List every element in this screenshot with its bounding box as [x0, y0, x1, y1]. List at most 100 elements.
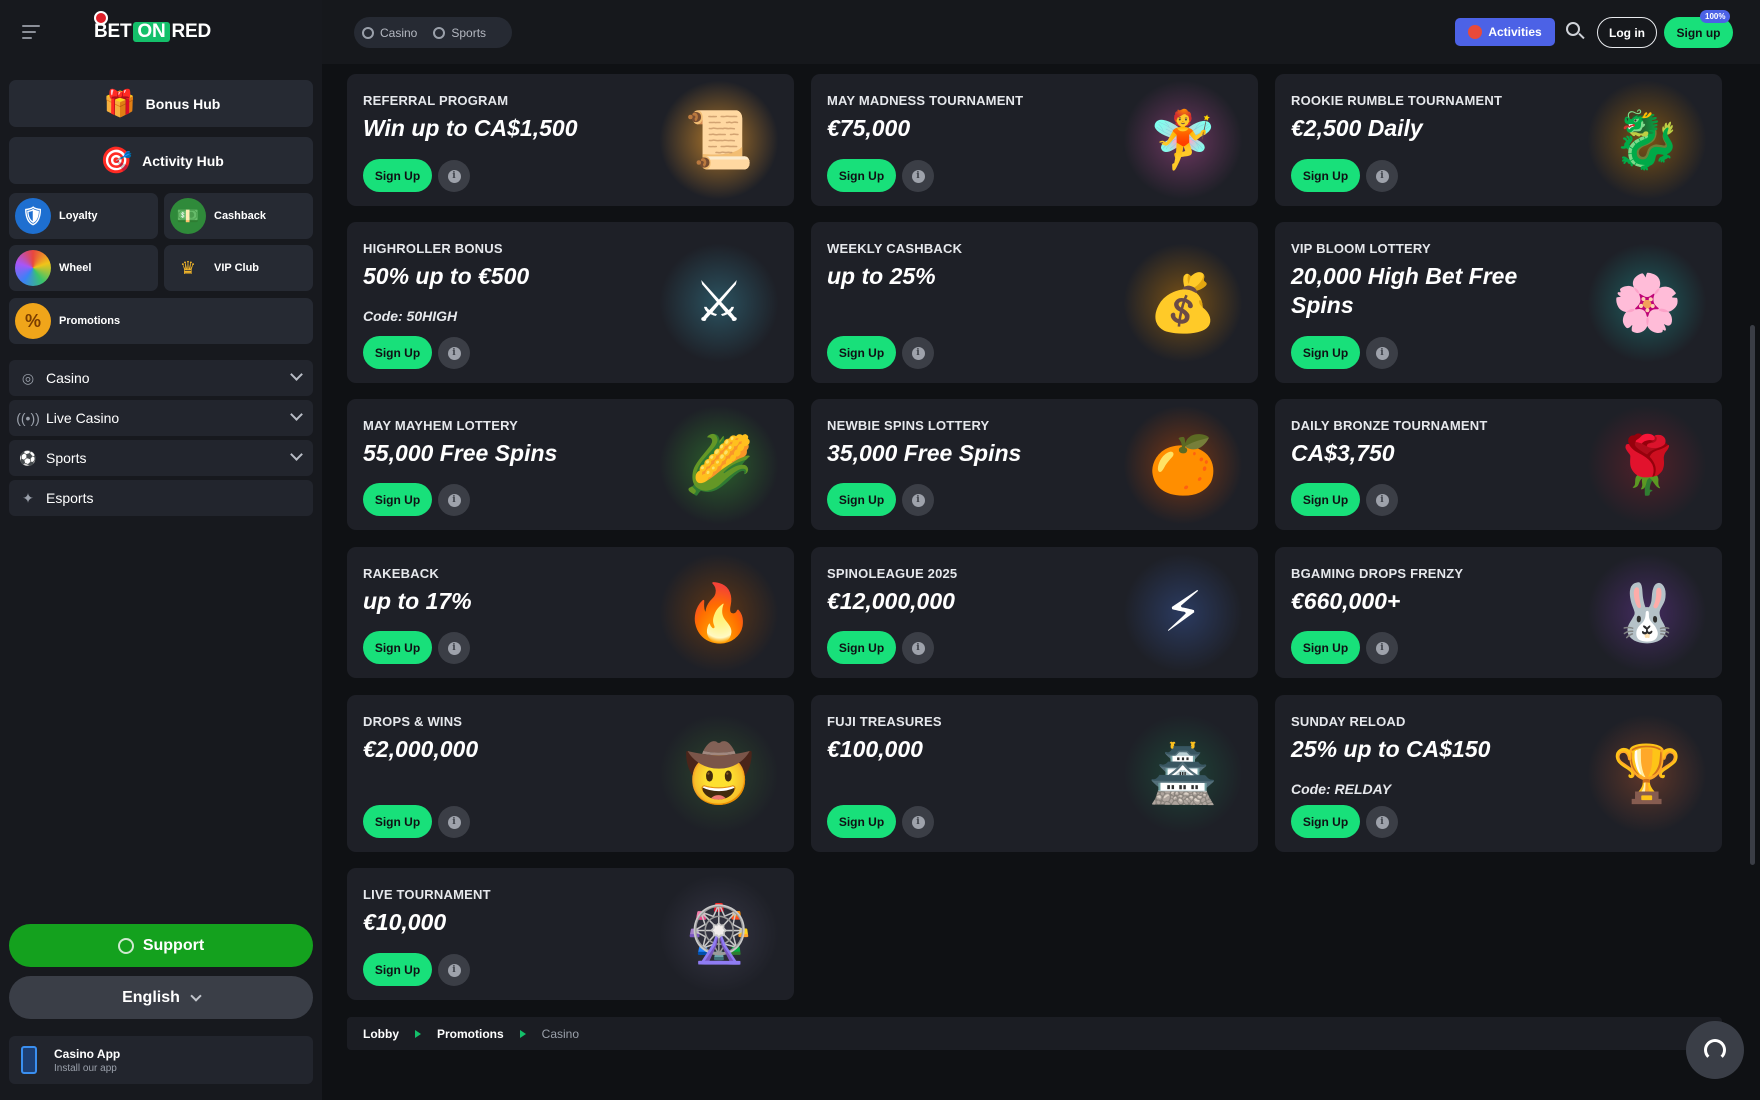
sign-up-button[interactable]: Sign Up: [827, 159, 896, 192]
sign-up-button[interactable]: Sign Up: [363, 336, 432, 369]
promo-title: MAY MAYHEM LOTTERY: [363, 418, 519, 433]
geisha-icon: 🏯: [1108, 695, 1258, 852]
bonus-badge: 100%: [1700, 10, 1731, 23]
info-button[interactable]: i: [438, 484, 470, 516]
tab-casino[interactable]: Casino: [362, 26, 417, 40]
sign-up-button[interactable]: Sign Up: [827, 805, 896, 838]
fruits-icon: 🍊: [1108, 399, 1258, 530]
casino-chip-icon: [362, 26, 374, 39]
sidebar-item-esports[interactable]: ✦ Esports: [9, 480, 313, 516]
info-icon: i: [1375, 493, 1389, 507]
promo-card[interactable]: 🌸 VIP BLOOM LOTTERY 20,000 High Bet Free…: [1275, 222, 1722, 383]
info-button[interactable]: i: [1366, 806, 1398, 838]
sign-up-button[interactable]: Sign Up: [363, 953, 432, 986]
promo-card[interactable]: 📜 REFERRAL PROGRAM Win up to CA$1,500 Si…: [347, 74, 794, 206]
logo[interactable]: BET ON RED: [94, 11, 211, 43]
loyalty-button[interactable]: 🛡 Loyalty: [9, 193, 158, 239]
breadcrumb-lobby[interactable]: Lobby: [363, 1027, 399, 1041]
promo-card[interactable]: ⚔ HIGHROLLER BONUS 50% up to €500 Code: …: [347, 222, 794, 383]
info-button[interactable]: i: [902, 632, 934, 664]
live-chat-button[interactable]: [1686, 1021, 1744, 1079]
info-icon: i: [911, 169, 925, 183]
sign-up-button[interactable]: Sign Up: [363, 631, 432, 664]
promo-amount: 35,000 Free Spins: [827, 440, 1022, 466]
info-button[interactable]: i: [438, 954, 470, 986]
sign-up-button[interactable]: Sign Up: [827, 631, 896, 664]
sign-up-button[interactable]: Sign Up: [363, 159, 432, 192]
sign-up-button[interactable]: Sign Up: [1291, 159, 1360, 192]
info-button[interactable]: i: [438, 160, 470, 192]
promo-card[interactable]: 💰 WEEKLY CASHBACK up to 25% Sign Up i: [811, 222, 1258, 383]
vip-club-button[interactable]: ♛ VIP Club: [164, 245, 313, 291]
info-button[interactable]: i: [902, 160, 934, 192]
breadcrumb-separator-icon: [519, 1029, 526, 1038]
promo-card[interactable]: 🏯 FUJI TREASURES €100,000 Sign Up i: [811, 695, 1258, 852]
breadcrumb-promotions[interactable]: Promotions: [437, 1027, 504, 1041]
info-button[interactable]: i: [1366, 484, 1398, 516]
info-icon: i: [911, 815, 925, 829]
tab-sports[interactable]: Sports: [433, 26, 486, 40]
promo-title: VIP BLOOM LOTTERY: [1291, 241, 1431, 256]
promo-card[interactable]: 🍊 NEWBIE SPINS LOTTERY 35,000 Free Spins…: [811, 399, 1258, 530]
info-button[interactable]: i: [1366, 337, 1398, 369]
info-button[interactable]: i: [438, 632, 470, 664]
menu-icon[interactable]: [22, 25, 42, 39]
promo-title: DROPS & WINS: [363, 714, 463, 729]
activities-button[interactable]: Activities: [1455, 18, 1555, 46]
fairy-icon: 🧚: [1108, 74, 1258, 206]
sign-up-button[interactable]: Sign Up: [827, 336, 896, 369]
bonus-hub-button[interactable]: 🎁 Bonus Hub: [9, 80, 313, 127]
activity-hub-button[interactable]: 🎯 Activity Hub: [9, 137, 313, 184]
info-button[interactable]: i: [902, 806, 934, 838]
sign-up-button[interactable]: Sign Up: [1291, 631, 1360, 664]
promo-card[interactable]: ⚡ SPINOLEAGUE 2025 €12,000,000 Sign Up i: [811, 547, 1258, 678]
info-button[interactable]: i: [1366, 632, 1398, 664]
sign-up-button[interactable]: Sign Up: [1291, 483, 1360, 516]
sidebar-item-sports[interactable]: ⚽ Sports: [9, 440, 313, 476]
sign-up-button[interactable]: Sign Up: [1291, 805, 1360, 838]
phone-icon: [21, 1046, 37, 1074]
promo-card[interactable]: 🐰 BGAMING DROPS FRENZY €660,000+ Sign Up…: [1275, 547, 1722, 678]
promo-title: WEEKLY CASHBACK: [827, 241, 963, 256]
promo-card[interactable]: 🎡 LIVE TOURNAMENT €10,000 Sign Up i: [347, 868, 794, 1000]
info-button[interactable]: i: [1366, 160, 1398, 192]
promo-card[interactable]: 🔥 RAKEBACK up to 17% Sign Up i: [347, 547, 794, 678]
info-icon: i: [447, 641, 461, 655]
info-button[interactable]: i: [902, 337, 934, 369]
target-icon: 🎯: [99, 145, 133, 175]
wheel-icon: [15, 250, 51, 286]
scrollbar[interactable]: [1750, 325, 1755, 865]
language-select[interactable]: English: [9, 976, 313, 1019]
sidebar-item-casino[interactable]: ◎ Casino: [9, 360, 313, 396]
dart-icon: [1468, 25, 1483, 39]
info-button[interactable]: i: [438, 337, 470, 369]
sign-up-button[interactable]: Sign Up: [363, 805, 432, 838]
promo-card[interactable]: 🐉 ROOKIE RUMBLE TOURNAMENT €2,500 Daily …: [1275, 74, 1722, 206]
promo-card[interactable]: 🧚 MAY MADNESS TOURNAMENT €75,000 Sign Up…: [811, 74, 1258, 206]
promo-card[interactable]: 🌹 DAILY BRONZE TOURNAMENT CA$3,750 Sign …: [1275, 399, 1722, 530]
sign-up-button[interactable]: Sign Up: [827, 483, 896, 516]
promotions-button[interactable]: % Promotions: [9, 298, 313, 344]
support-button[interactable]: Support: [9, 924, 313, 967]
wheel-button[interactable]: Wheel: [9, 245, 158, 291]
sidebar-item-live-casino[interactable]: ((•)) Live Casino: [9, 400, 313, 436]
sign-up-button[interactable]: Sign Up: [363, 483, 432, 516]
promo-amount: €660,000+: [1291, 588, 1401, 614]
soccer-ball-icon: [433, 26, 446, 39]
top-header: Casino Sports Activities Log in Sign up …: [322, 0, 1760, 64]
cashback-button[interactable]: 💵 Cashback: [164, 193, 313, 239]
promo-card[interactable]: 🏆 SUNDAY RELOAD 25% up to CA$150 Code: R…: [1275, 695, 1722, 852]
trophy-icon: 🏆: [1572, 695, 1722, 852]
live-broadcast-icon: ((•)): [16, 410, 40, 426]
promo-card[interactable]: 🌽 MAY MAYHEM LOTTERY 55,000 Free Spins S…: [347, 399, 794, 530]
adventurer-icon: 🤠: [644, 695, 794, 852]
info-icon: i: [447, 346, 461, 360]
casino-app-banner[interactable]: Casino App Install our app: [9, 1036, 313, 1084]
sign-up-button[interactable]: Sign Up: [1291, 336, 1360, 369]
info-button[interactable]: i: [438, 806, 470, 838]
promo-amount: up to 25%: [827, 263, 936, 289]
promo-card[interactable]: 🤠 DROPS & WINS €2,000,000 Sign Up i: [347, 695, 794, 852]
login-button[interactable]: Log in: [1597, 17, 1657, 48]
info-button[interactable]: i: [902, 484, 934, 516]
search-icon[interactable]: [1566, 22, 1585, 40]
